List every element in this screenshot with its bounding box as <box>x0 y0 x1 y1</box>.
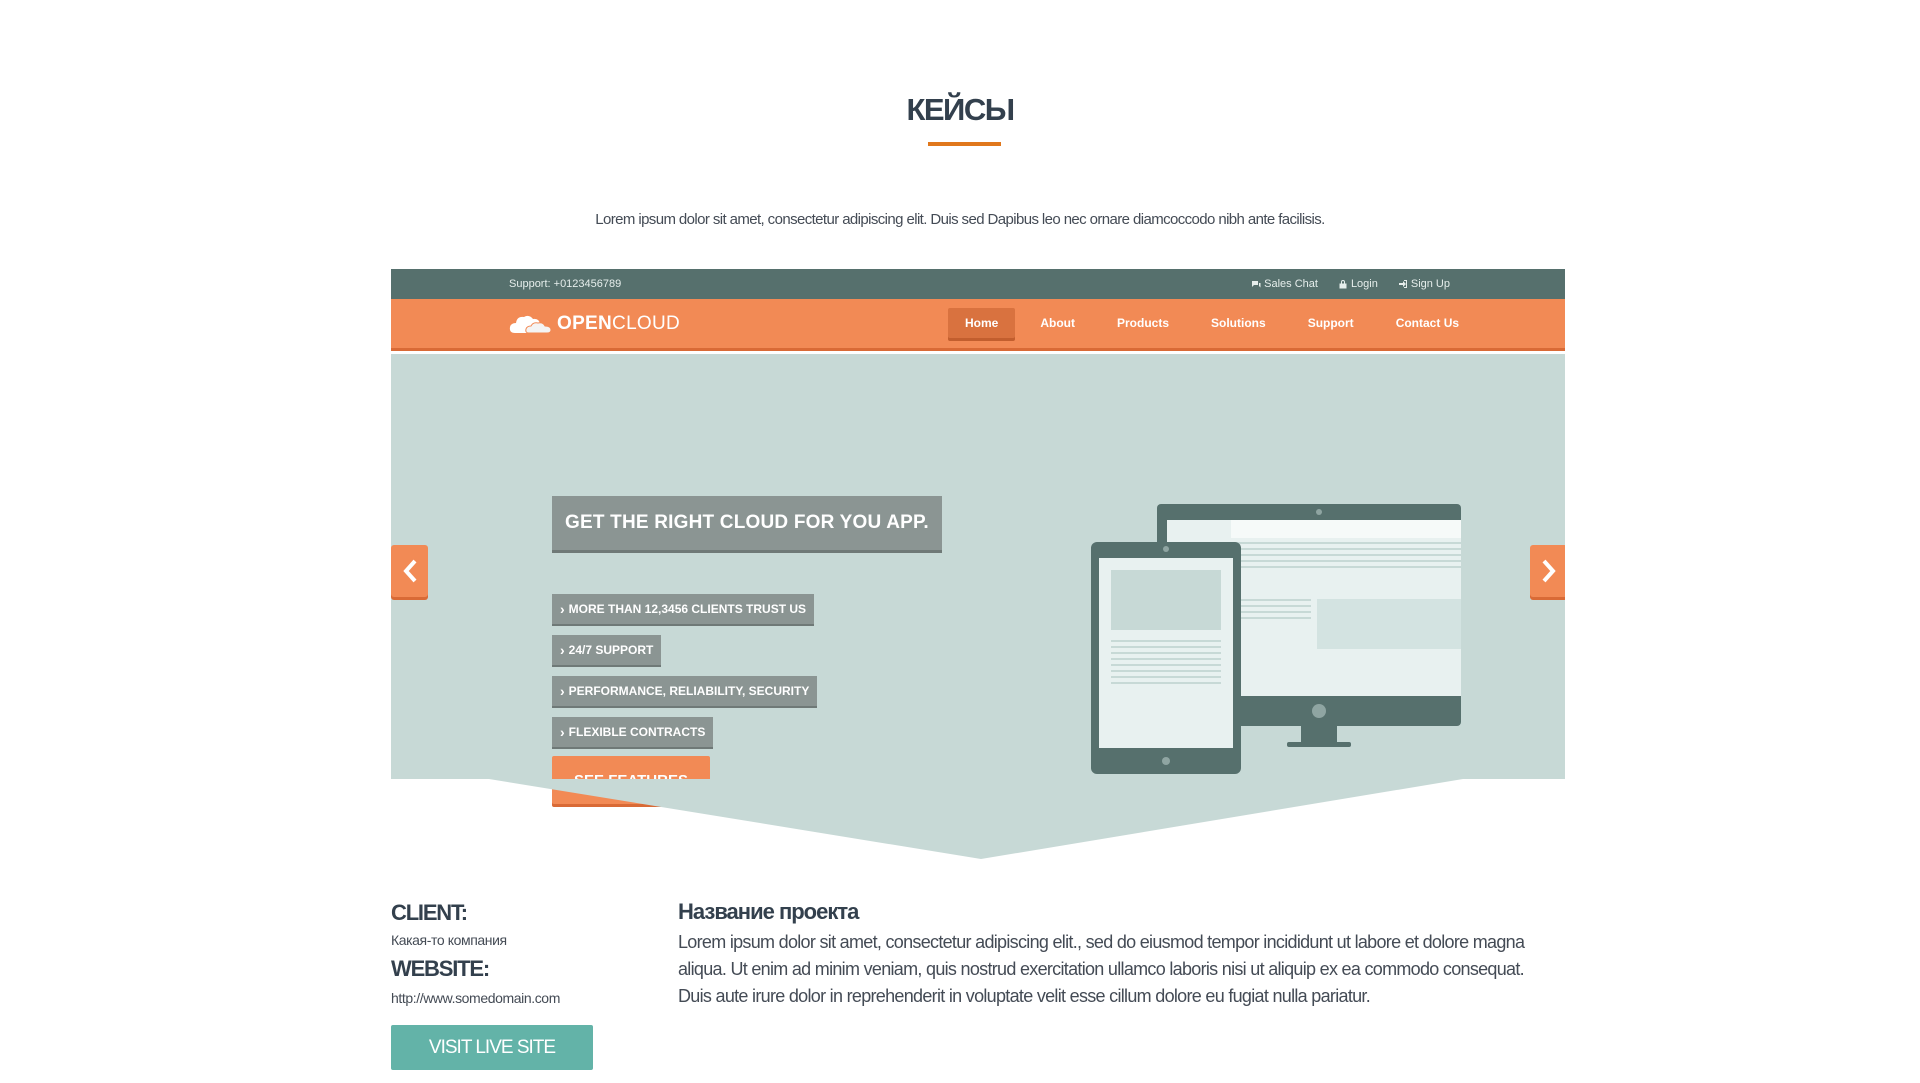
preview-next-arrow <box>1530 545 1565 597</box>
project-title: Название проекта <box>678 899 859 924</box>
cloud-logo-icon <box>509 315 552 334</box>
client-value: Какая-то компания <box>391 932 507 948</box>
website-value[interactable]: http://www.somedomain.com <box>391 990 560 1006</box>
devices-illustration <box>1091 504 1461 774</box>
preview-support-text: Support: +0123456789 <box>509 278 622 290</box>
preview-top-link-label: Login <box>1350 278 1378 290</box>
preview-menu-solutions: Solutions <box>1211 316 1266 330</box>
preview-login-link: Login <box>1338 278 1378 290</box>
chevron-right-icon: › <box>560 724 565 740</box>
client-label: CLIENT: <box>391 900 468 925</box>
preview-feature-item: › 24/7 SUPPORT <box>552 635 662 665</box>
preview-hero-chevron <box>391 779 1565 859</box>
preview-menu: Home About Products Solutions Support Co… <box>948 308 1476 338</box>
lock-icon <box>1339 280 1347 289</box>
preview-top-link-label: Sales Chat <box>1264 278 1318 290</box>
preview-signup-link: Sign Up <box>1398 278 1450 290</box>
preview-logo: OPENCLOUD <box>509 313 680 335</box>
case-preview-image: Support: +0123456789 Sales Chat Login Si… <box>391 269 1565 865</box>
preview-sales-chat-link: Sales Chat <box>1251 278 1318 290</box>
preview-top-link-label: Sign Up <box>1410 278 1450 290</box>
preview-menu-support: Support <box>1307 316 1354 330</box>
preview-menu-home: Home <box>948 308 1016 338</box>
preview-top-links: Sales Chat Login Sign Up <box>1251 278 1450 290</box>
preview-feature-item: › FLEXIBLE CONTRACTS <box>552 717 714 747</box>
preview-feature-item: › MORE THAN 12,3456 CLIENTS TRUST US <box>552 594 815 624</box>
chevron-left-icon <box>402 559 416 583</box>
chat-icon <box>1252 281 1261 288</box>
preview-menu-contact: Contact Us <box>1395 316 1460 330</box>
website-label: WEBSITE: <box>391 956 490 981</box>
chevron-right-icon: › <box>560 601 565 617</box>
chevron-right-icon: › <box>560 642 565 658</box>
preview-menu-about: About <box>1040 316 1075 330</box>
project-description: Lorem ipsum dolor sit amet, consectetur … <box>678 932 1525 1006</box>
chevron-right-icon <box>1542 559 1556 583</box>
preview-logo-text: OPENCLOUD <box>557 313 681 334</box>
preview-feature-item: › PERFORMANCE, RELIABILITY, SECURITY <box>552 676 818 706</box>
intro-text: Lorem ipsum dolor sit amet, consectetur … <box>595 211 1325 228</box>
preview-hero: GET THE RIGHT CLOUD FOR YOU APP. › MORE T… <box>391 354 1565 804</box>
sign-in-icon <box>1398 280 1407 288</box>
chevron-right-icon: › <box>560 683 565 699</box>
preview-navbar: OPENCLOUD Home About Products Solutions … <box>391 299 1565 351</box>
preview-headline: GET THE RIGHT CLOUD FOR YOU APP. <box>552 496 942 550</box>
preview-menu-products: Products <box>1117 316 1170 330</box>
section-title: КЕЙСЫ <box>906 92 1015 127</box>
title-underline <box>928 142 1001 146</box>
preview-topbar: Support: +0123456789 Sales Chat Login Si… <box>391 269 1565 299</box>
visit-live-site-button[interactable]: VISIT LIVE SITE <box>391 1025 593 1070</box>
preview-prev-arrow <box>391 545 428 597</box>
